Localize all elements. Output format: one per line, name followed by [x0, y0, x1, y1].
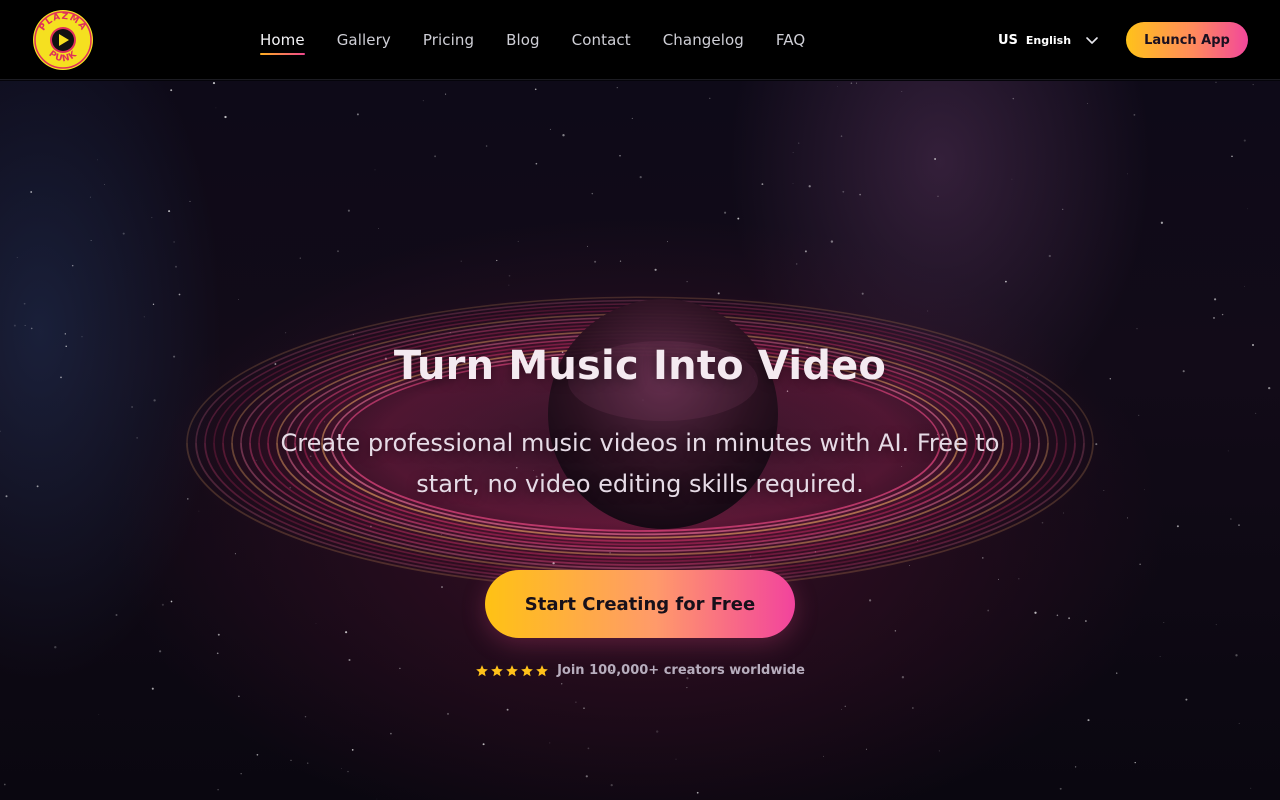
- star-icon: [521, 664, 533, 676]
- start-creating-button[interactable]: Start Creating for Free: [485, 570, 795, 638]
- nav-contact[interactable]: Contact: [572, 25, 631, 55]
- site-header: PLAZMA PUNK Home Gallery Pricing Blog Co…: [0, 0, 1280, 80]
- flag-us: US: [998, 32, 1018, 48]
- nav-blog[interactable]: Blog: [506, 25, 540, 55]
- chevron-down-icon: [1086, 37, 1098, 44]
- star-icon: [476, 664, 488, 676]
- hero-subtitle: Create professional music videos in minu…: [280, 429, 1000, 498]
- nav-pricing[interactable]: Pricing: [423, 25, 474, 55]
- plazma-punk-logo-icon: PLAZMA PUNK: [33, 10, 93, 70]
- nav-faq[interactable]: FAQ: [776, 25, 805, 55]
- hero-title: Turn Music Into Video: [393, 343, 887, 389]
- language-label: English: [1025, 33, 1072, 47]
- main-nav: Home Gallery Pricing Blog Contact Change…: [260, 0, 837, 80]
- launch-app-button[interactable]: Launch App: [1126, 22, 1248, 58]
- social-proof-text: Join 100,000+ creators worldwide: [557, 663, 805, 678]
- language-selector[interactable]: US English: [998, 29, 1099, 51]
- social-proof: Join 100,000+ creators worldwide: [0, 663, 1280, 678]
- hero-section: Turn Music Into Video Create professiona…: [0, 81, 1280, 800]
- nav-changelog[interactable]: Changelog: [663, 25, 744, 55]
- nav-home[interactable]: Home: [260, 25, 305, 55]
- nav-gallery[interactable]: Gallery: [337, 25, 391, 55]
- star-icon: [506, 664, 518, 676]
- star-icon: [536, 664, 548, 676]
- rating-stars: [475, 664, 549, 678]
- logo[interactable]: PLAZMA PUNK: [32, 9, 94, 71]
- star-icon: [491, 664, 503, 676]
